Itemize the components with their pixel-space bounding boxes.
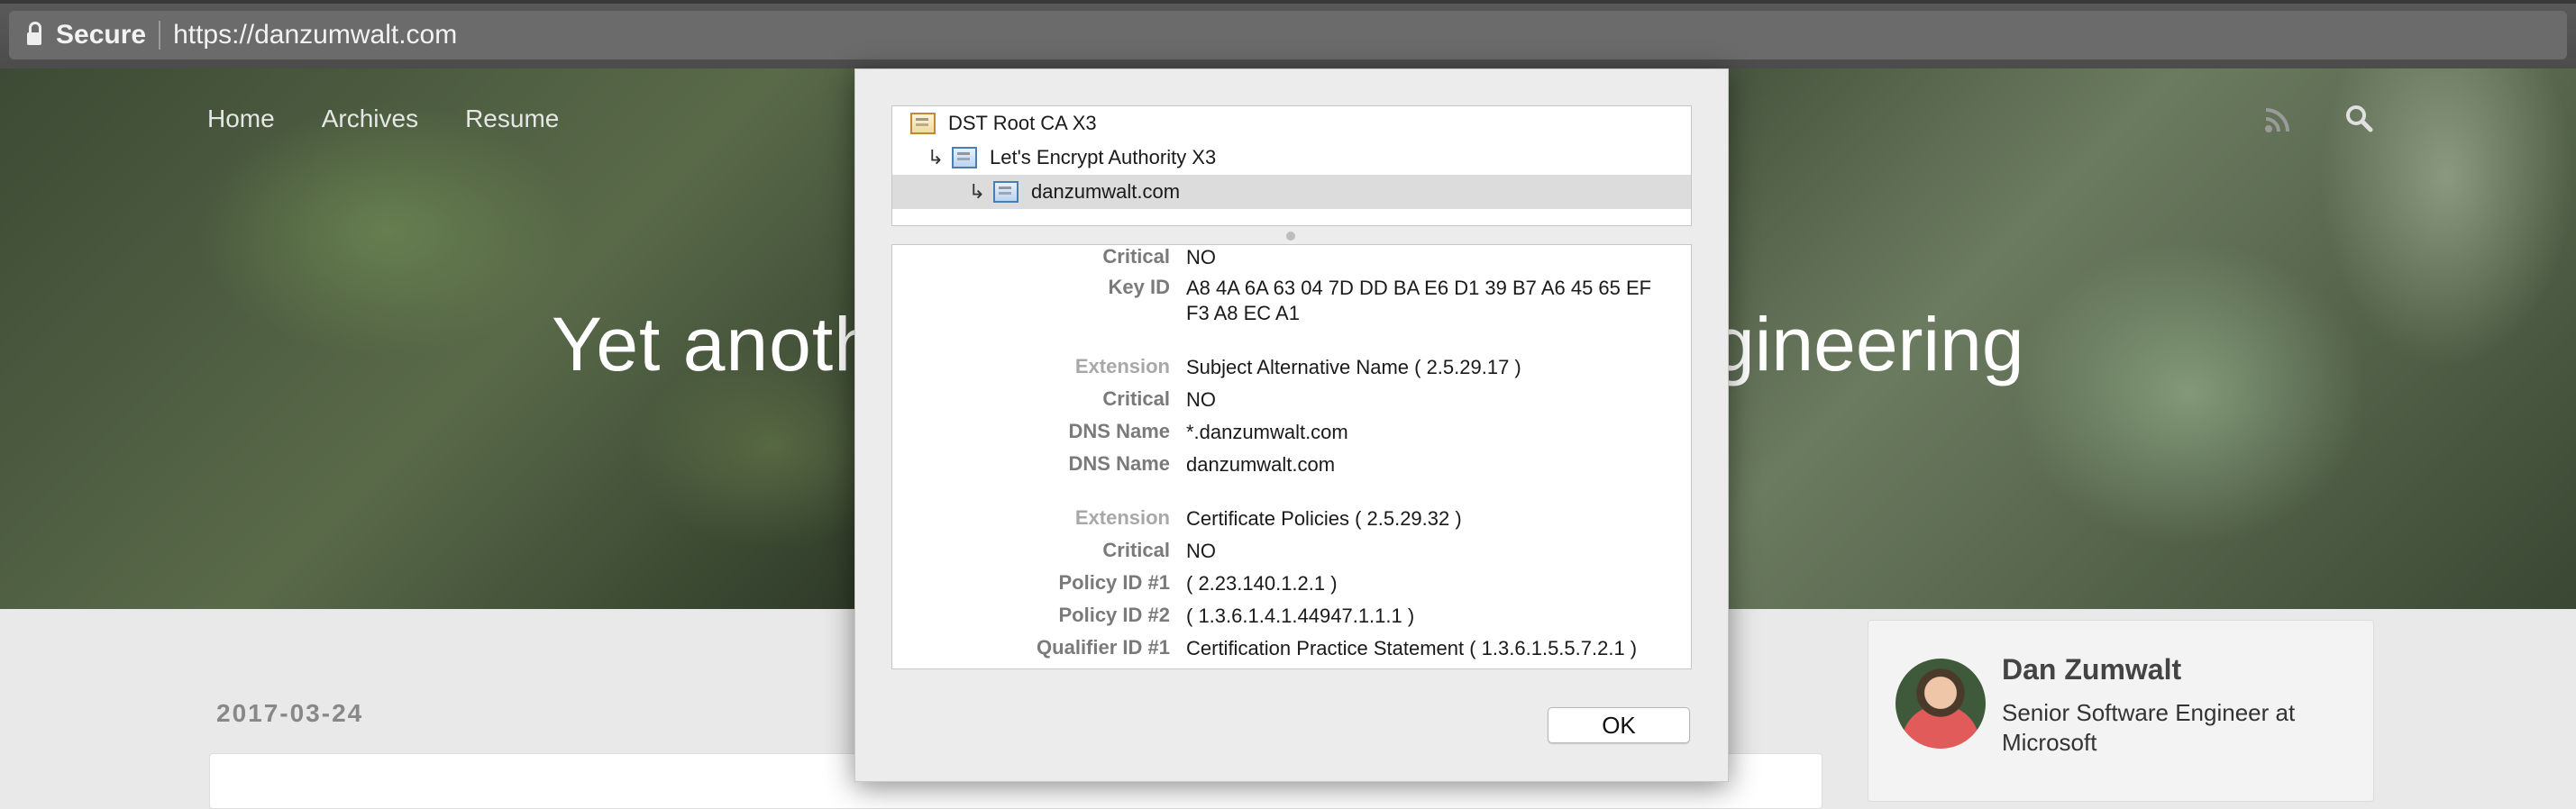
detail-label: DNS Name: [1068, 420, 1170, 442]
chain-item-root[interactable]: DST Root CA X3: [892, 106, 1691, 141]
address-divider: [159, 21, 161, 50]
site-tagline-left: Yet anoth: [552, 302, 877, 386]
cert-leaf-icon: [993, 181, 1019, 203]
detail-value: Certification Practice Statement ( 1.3.6…: [1186, 637, 1638, 659]
search-icon[interactable]: [2343, 103, 2374, 133]
detail-value: *.danzumwalt.com: [1186, 421, 1348, 443]
certificate-details[interactable]: Critical NO Key ID A8 4A 6A 63 04 7D DD …: [891, 244, 1692, 669]
detail-label: Qualifier ID #1: [1037, 636, 1170, 659]
site-nav: Home Archives Resume: [207, 105, 559, 133]
ok-button[interactable]: OK: [1548, 707, 1690, 743]
detail-value: A8 4A 6A 63 04 7D DD BA E6 D1 39 B7 A6 4…: [1186, 277, 1652, 324]
tab-strip: [0, 0, 2576, 4]
detail-label: DNS Name: [1068, 452, 1170, 475]
site-tagline-right: gineering: [1713, 302, 2024, 386]
profile-card: Dan Zumwalt Senior Software Engineer at …: [1868, 620, 2374, 802]
detail-value: ( 2.23.140.1.2.1 ): [1186, 572, 1338, 595]
nav-home[interactable]: Home: [207, 105, 275, 133]
detail-label: Key ID: [1108, 276, 1170, 298]
pane-splitter-handle[interactable]: [1286, 232, 1295, 241]
detail-label: Policy ID #2: [1058, 604, 1170, 626]
profile-title: Senior Software Engineer at Microsoft: [2002, 699, 2296, 756]
chain-item-label: DST Root CA X3: [948, 112, 1097, 134]
certificate-chain-tree: DST Root CA X3 ↳ Let's Encrypt Authority…: [891, 105, 1692, 226]
avatar: [1895, 659, 1986, 749]
detail-value: ( 1.3.6.1.4.1.44947.1.1.1 ): [1186, 604, 1415, 627]
cert-intermediate-icon: [952, 147, 977, 168]
browser-toolbar: Secure https://danzumwalt.com: [0, 0, 2576, 68]
certificate-dialog: DST Root CA X3 ↳ Let's Encrypt Authority…: [854, 68, 1729, 782]
child-arrow-icon: ↳: [927, 146, 945, 168]
post-date: 2017-03-24: [216, 699, 364, 727]
detail-value: Certificate Policies ( 2.5.29.32 ): [1186, 507, 1462, 530]
detail-label: Extension: [1074, 355, 1170, 377]
chain-item-intermediate[interactable]: ↳ Let's Encrypt Authority X3: [892, 141, 1691, 175]
chain-item-label: danzumwalt.com: [1031, 180, 1181, 203]
detail-label: Critical: [1102, 539, 1170, 561]
child-arrow-icon: ↳: [968, 180, 986, 203]
detail-value: NO: [1186, 246, 1216, 268]
detail-value: Subject Alternative Name ( 2.5.29.17 ): [1186, 356, 1521, 378]
rss-icon[interactable]: [2264, 106, 2291, 133]
lock-icon: [27, 22, 41, 45]
detail-value: NO: [1186, 388, 1216, 411]
address-bar[interactable]: Secure https://danzumwalt.com: [9, 11, 2567, 59]
detail-value: danzumwalt.com: [1186, 453, 1336, 476]
nav-resume[interactable]: Resume: [465, 105, 559, 133]
chain-item-leaf[interactable]: ↳ danzumwalt.com: [892, 175, 1691, 209]
nav-archives[interactable]: Archives: [322, 105, 418, 133]
detail-label: Policy ID #1: [1058, 571, 1170, 594]
detail-value: NO: [1186, 540, 1216, 562]
detail-label: Critical: [1102, 245, 1170, 268]
detail-label: Extension: [1074, 506, 1170, 529]
profile-name[interactable]: Dan Zumwalt: [2002, 653, 2181, 686]
secure-label: Secure: [56, 20, 147, 50]
chain-item-label: Let's Encrypt Authority X3: [990, 146, 1217, 168]
cert-root-icon: [910, 113, 936, 134]
detail-label: Critical: [1102, 387, 1170, 410]
url-text[interactable]: https://danzumwalt.com: [173, 20, 457, 50]
